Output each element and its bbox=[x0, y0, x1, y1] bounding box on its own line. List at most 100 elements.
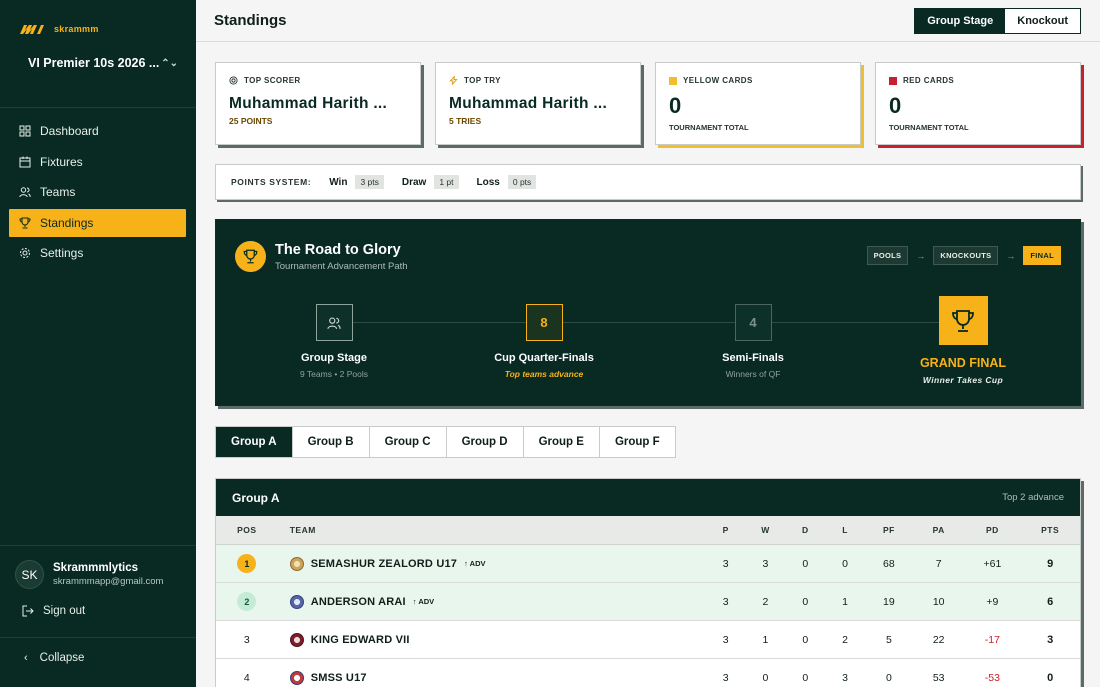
cell-p: 3 bbox=[722, 671, 729, 684]
sign-out-button[interactable]: Sign out bbox=[22, 605, 85, 617]
users-icon bbox=[327, 317, 341, 329]
sidebar-nav: Dashboard Fixtures Teams Standings Setti… bbox=[9, 117, 186, 270]
cell-pts: 0 bbox=[1047, 671, 1054, 684]
col-pf: PF bbox=[882, 525, 895, 535]
advance-tag: ↑ ADV bbox=[412, 597, 435, 606]
cell-p: 3 bbox=[722, 557, 729, 570]
cell-pa: 10 bbox=[932, 595, 945, 608]
yellow-cards-sub: TOURNAMENT TOTAL bbox=[669, 123, 749, 132]
top-scorer-card[interactable]: TOP SCORER Muhammad Harith ... 25 POINTS bbox=[215, 62, 421, 145]
users-icon bbox=[19, 187, 31, 198]
col-l: L bbox=[842, 525, 848, 535]
cell-d: 0 bbox=[802, 595, 809, 608]
sidebar: skrammm VI Premier 10s 2026 ... ⌃⌄ Dashb… bbox=[0, 0, 196, 687]
advancement-path: POOLS → KNOCKOUTS → FINAL bbox=[866, 246, 1061, 265]
tab-group-c[interactable]: Group C bbox=[370, 427, 447, 457]
target-icon bbox=[229, 76, 238, 85]
cell-pts: 3 bbox=[1047, 633, 1054, 646]
brand-logo[interactable]: skrammm bbox=[19, 21, 99, 37]
stage-desc: Winners of QF bbox=[725, 369, 781, 379]
top-scorer-name: Muhammad Harith ... bbox=[229, 95, 388, 112]
position-number: 3 bbox=[243, 633, 250, 646]
cell-pd: -17 bbox=[984, 633, 1000, 646]
sidebar-divider bbox=[0, 545, 196, 546]
stat-label: YELLOW CARDS bbox=[683, 76, 753, 85]
draw-label: Draw bbox=[401, 176, 427, 188]
stage-desc: 9 Teams • 2 Pools bbox=[299, 369, 369, 379]
stage-desc: Winner Takes Cup bbox=[922, 375, 1004, 385]
sidebar-item-teams[interactable]: Teams bbox=[9, 178, 186, 206]
cell-w: 3 bbox=[762, 557, 769, 570]
tab-group-b[interactable]: Group B bbox=[293, 427, 370, 457]
sidebar-item-standings[interactable]: Standings bbox=[9, 208, 186, 237]
position-badge: 1 bbox=[237, 554, 257, 573]
sidebar-item-fixtures[interactable]: Fixtures bbox=[9, 148, 186, 176]
tab-group-f[interactable]: Group F bbox=[600, 427, 675, 457]
dashboard-icon bbox=[19, 125, 31, 137]
team-name: SEMASHUR ZEALORD U17 bbox=[310, 557, 458, 570]
team-crest-icon bbox=[289, 556, 304, 571]
cell-pd: +9 bbox=[986, 595, 999, 608]
position-number: 4 bbox=[243, 671, 250, 684]
col-d: D bbox=[801, 525, 809, 535]
stage-name: GRAND FINAL bbox=[919, 356, 1007, 370]
stage-name: Cup Quarter-Finals bbox=[494, 352, 594, 364]
stage-grand-final: GRAND FINAL Winner Takes Cup bbox=[878, 296, 1048, 385]
table-row[interactable]: 1 SEMASHUR ZEALORD U17 ↑ ADV 3 3 0 0 68 … bbox=[216, 545, 1080, 583]
col-w: W bbox=[761, 525, 770, 535]
table-row[interactable]: 2 ANDERSON ARAI ↑ ADV 3 2 0 1 19 10 +9 6 bbox=[216, 583, 1080, 621]
cell-pf: 68 bbox=[883, 557, 895, 570]
sidebar-item-label: Dashboard bbox=[40, 124, 99, 138]
stage-sf-badge: 4 bbox=[734, 304, 772, 341]
team-name: ANDERSON ARAI bbox=[310, 595, 406, 608]
tab-knockout[interactable]: Knockout bbox=[1005, 9, 1080, 33]
advance-note: Top 2 advance bbox=[1002, 492, 1064, 503]
tournament-name: VI Premier 10s 2026 ... bbox=[28, 56, 160, 70]
table-row[interactable]: 4 SMSS U17 3 0 0 3 0 53 -53 0 bbox=[216, 659, 1080, 687]
road-to-glory-panel: The Road to Glory Tournament Advancement… bbox=[215, 219, 1081, 406]
trophy-icon bbox=[19, 217, 31, 228]
path-step-pools: POOLS bbox=[866, 246, 909, 265]
sign-out-icon bbox=[22, 605, 34, 617]
yellow-card-icon bbox=[669, 76, 677, 85]
stage-qf-badge: 8 bbox=[525, 304, 563, 341]
team-crest-icon bbox=[289, 594, 304, 609]
tab-group-a[interactable]: Group A bbox=[216, 427, 293, 457]
red-cards-value: 0 bbox=[889, 93, 902, 118]
road-subtitle: Tournament Advancement Path bbox=[275, 261, 408, 272]
top-try-card[interactable]: TOP TRY Muhammad Harith ... 5 TRIES bbox=[435, 62, 641, 145]
path-step-knockouts: KNOCKOUTS bbox=[933, 246, 999, 265]
sidebar-item-label: Fixtures bbox=[40, 154, 83, 169]
collapse-button[interactable]: ‹ Collapse bbox=[24, 652, 84, 664]
cell-d: 0 bbox=[802, 671, 809, 684]
cell-d: 0 bbox=[802, 557, 809, 570]
position-badge: 2 bbox=[237, 592, 257, 611]
sidebar-divider bbox=[0, 107, 196, 108]
tab-group-d[interactable]: Group D bbox=[447, 427, 524, 457]
sidebar-item-settings[interactable]: Settings bbox=[9, 239, 186, 267]
tab-group-stage[interactable]: Group Stage bbox=[915, 9, 1006, 33]
col-pos: POS bbox=[237, 525, 257, 535]
stage-desc: Top teams advance bbox=[504, 369, 584, 379]
table-header-row: POS TEAM P W D L PF PA PD PTS bbox=[216, 516, 1080, 545]
red-card-icon bbox=[889, 76, 897, 85]
sidebar-item-dashboard[interactable]: Dashboard bbox=[9, 117, 186, 145]
points-system-title: POINTS SYSTEM: bbox=[231, 177, 312, 187]
collapse-label: Collapse bbox=[39, 652, 85, 664]
cell-pa: 53 bbox=[932, 671, 945, 684]
tournament-selector[interactable]: VI Premier 10s 2026 ... ⌃⌄ bbox=[28, 56, 178, 70]
win-value: 3 pts bbox=[355, 175, 384, 189]
tab-group-e[interactable]: Group E bbox=[524, 427, 600, 457]
user-profile[interactable]: SK Skrammmlytics skrammmapp@gmail.com bbox=[15, 560, 163, 589]
arrow-right-icon: → bbox=[1006, 250, 1016, 261]
page-header: Standings Group Stage Knockout bbox=[196, 0, 1100, 42]
stage-group-box bbox=[315, 304, 353, 341]
chevron-updown-icon: ⌃⌄ bbox=[161, 57, 178, 69]
sidebar-item-label: Standings bbox=[40, 215, 94, 230]
stat-label: RED CARDS bbox=[903, 76, 955, 85]
stat-label: TOP SCORER bbox=[244, 76, 301, 85]
cell-pd: -53 bbox=[984, 671, 1000, 684]
brand-name: skrammm bbox=[54, 24, 99, 34]
table-row[interactable]: 3 KING EDWARD VII 3 1 0 2 5 22 -17 3 bbox=[216, 621, 1080, 659]
stage-name: Group Stage bbox=[300, 352, 367, 364]
